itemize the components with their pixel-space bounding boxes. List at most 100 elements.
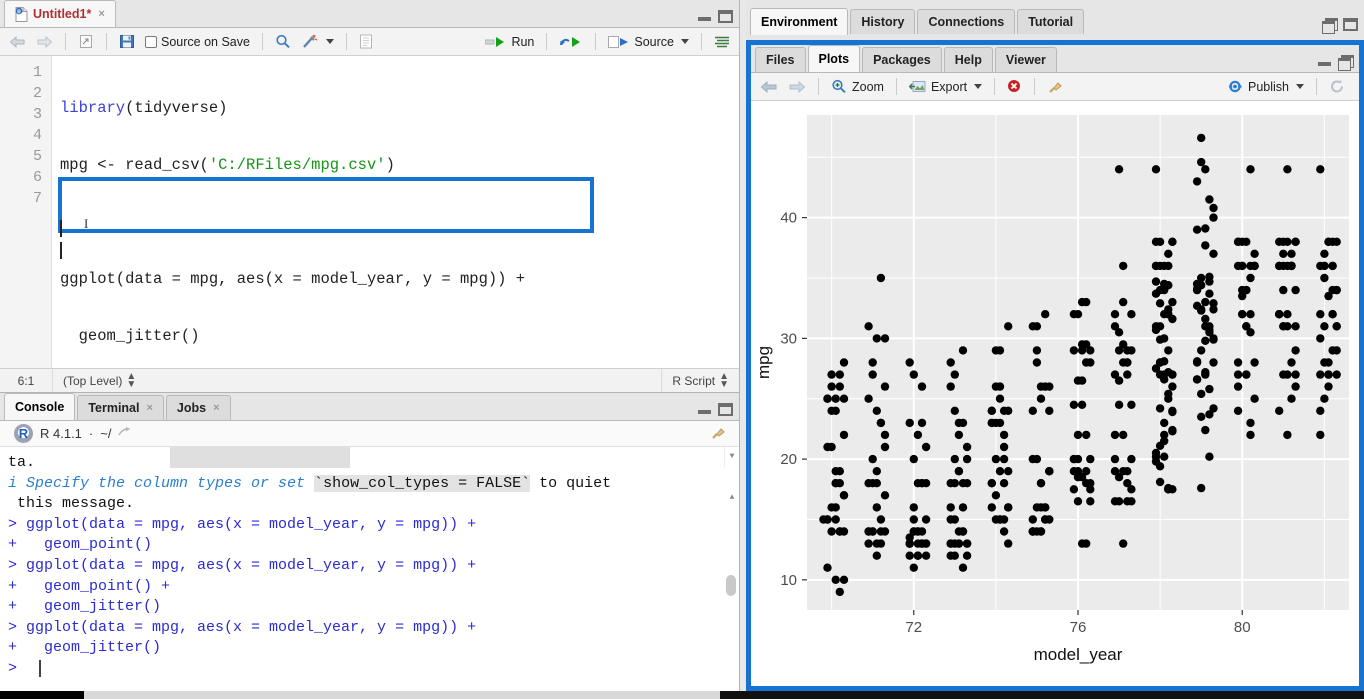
data-point [1168,425,1177,435]
clear-all-plots-icon[interactable] [1044,78,1067,95]
scroll-down-icon[interactable]: ▼ [725,447,739,468]
forward-arrow-icon[interactable] [785,79,809,95]
data-point [1110,454,1120,464]
data-point [995,467,1005,476]
data-point [1291,370,1300,379]
working-directory-label[interactable]: ~/ [100,426,111,441]
zoom-button[interactable]: Zoom [828,78,887,95]
tab-environment[interactable]: Environment [750,7,849,35]
data-point [1287,249,1296,258]
close-icon[interactable]: × [98,8,104,20]
back-arrow-icon[interactable] [6,34,29,50]
save-icon[interactable] [116,33,138,50]
tab-packages[interactable]: Packages [862,47,942,72]
code-text[interactable]: library(tidyverse) mpg <- read_csv('C:/R… [60,62,739,368]
data-point [1082,539,1091,548]
chevron-down-icon[interactable] [974,84,983,89]
search-icon[interactable] [272,33,295,50]
minimize-icon[interactable] [697,10,712,23]
updown-icon[interactable]: ▲ ▼ [719,371,729,389]
scroll-up-icon[interactable]: ▲ [725,488,739,509]
source-tab-untitled1[interactable]: R Untitled1* × [4,0,116,27]
tab-viewer[interactable]: Viewer [994,47,1057,72]
data-point [827,503,836,512]
publish-button[interactable]: Publish [1224,78,1307,95]
plot-canvas[interactable]: 72 76 80 10 20 30 40 model_year mpg [751,101,1359,686]
mouse-cursor-icon: I [84,216,89,231]
updown-icon[interactable]: ▲ ▼ [126,371,136,389]
y-tick-label: 10 [780,572,797,589]
run-button[interactable]: Run [482,34,537,50]
refresh-icon[interactable] [1326,78,1349,95]
tab-jobs[interactable]: Jobs × [165,395,231,420]
tab-plots[interactable]: Plots [807,45,861,72]
data-point [1082,430,1091,440]
compile-report-icon[interactable] [356,33,376,50]
data-point [946,503,955,512]
file-type-selector[interactable]: R Script ▲ ▼ [662,369,739,392]
restore-icon[interactable] [1338,55,1354,71]
code-text-span: mpg <- read_csv( [60,156,209,174]
rerun-icon[interactable] [556,34,586,50]
data-point [909,503,918,512]
console-output[interactable]: ta. i Specify the column types or set `s… [0,447,739,691]
source-label: Source [634,34,674,49]
checkbox-icon[interactable] [145,35,157,48]
environment-pane: Environment History Connections Tutorial [746,0,1364,42]
scrollbar-thumb[interactable] [726,575,736,596]
restore-icon[interactable] [1322,18,1338,34]
open-in-window-icon[interactable] [118,426,132,441]
code-line-2: mpg <- read_csv('C:/RFiles/mpg.csv') [60,155,739,176]
remove-plot-icon[interactable] [1004,78,1025,95]
console-scrollbar[interactable]: ▲ ▼ [724,447,739,596]
source-button[interactable]: Source [605,34,692,50]
data-point [1119,261,1128,271]
console-line: + geom_jitter() [8,598,162,616]
maximize-icon[interactable] [1343,18,1358,31]
document-outline-icon[interactable] [711,34,733,50]
rstudio-window: R Untitled1* × Source on Save Run Source… [0,0,1364,699]
clear-console-icon[interactable] [710,425,727,443]
data-point [1205,322,1214,331]
data-point [864,322,873,331]
minimize-icon[interactable] [1317,55,1332,68]
data-point [1205,195,1214,204]
data-point [962,442,972,452]
code-tools-icon[interactable] [299,33,337,50]
maximize-icon[interactable] [718,403,733,416]
chevron-down-icon[interactable] [1296,84,1304,89]
close-icon[interactable]: × [146,402,152,414]
data-point [1086,497,1095,506]
scope-selector[interactable]: (Top Level) ▲ ▼ [53,369,146,392]
code-editor[interactable]: 1 2 3 4 5 6 7 library(tidyverse) mpg <- … [0,56,739,368]
back-arrow-icon[interactable] [757,79,781,95]
tab-history[interactable]: History [850,8,916,34]
tab-tutorial[interactable]: Tutorial [1017,8,1085,34]
tab-help[interactable]: Help [943,47,993,72]
maximize-icon[interactable] [718,10,733,23]
tab-files[interactable]: Files [755,47,806,72]
chevron-down-icon[interactable] [325,39,334,44]
tab-console[interactable]: Console [4,393,76,420]
data-point [1250,358,1259,367]
data-point [872,406,881,415]
data-point [1155,462,1165,471]
close-icon[interactable]: × [213,402,219,414]
data-point [1155,261,1165,271]
forward-arrow-icon[interactable] [33,34,56,50]
show-in-new-window-icon[interactable] [75,33,97,50]
data-point [1119,430,1128,440]
console-pane: Console Terminal × Jobs × R 4.1.1 · ~/ [0,392,740,691]
data-point [1246,310,1255,319]
tab-connections[interactable]: Connections [917,8,1016,34]
source-on-save-checkbox[interactable]: Source on Save [142,34,253,50]
export-button[interactable]: Export [906,78,985,95]
data-point [1151,277,1161,286]
data-point [995,515,1005,524]
data-point [958,479,968,488]
data-point [1320,273,1329,283]
environment-tabstrip: Environment History Connections Tutorial [746,0,1364,42]
tab-terminal[interactable]: Terminal × [77,395,164,420]
minimize-icon[interactable] [697,403,712,416]
chevron-down-icon[interactable] [681,39,689,44]
